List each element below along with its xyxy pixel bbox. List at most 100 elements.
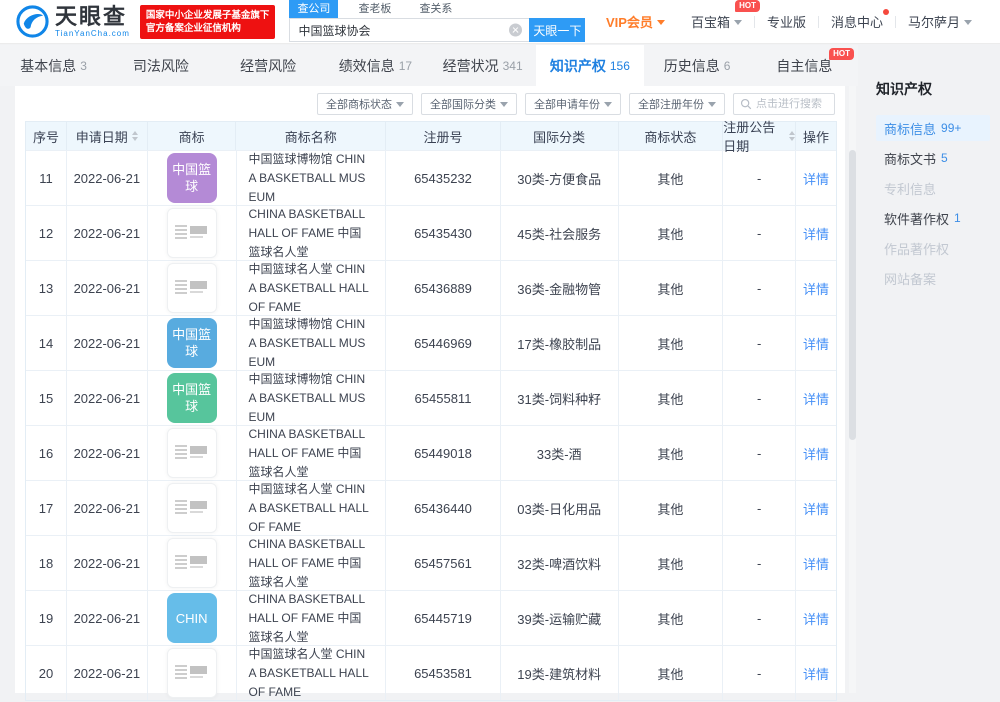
cell-trademark-name: CHINA BASKETBALL HALL OF FAME 中国篮球名人堂: [237, 206, 387, 260]
sidebar-item[interactable]: 软件著作权 1: [876, 205, 990, 231]
search-tab-boss[interactable]: 查老板: [350, 0, 399, 18]
search-tab-relation[interactable]: 查关系: [411, 0, 460, 18]
sidebar-item-label: 网站备案: [884, 271, 937, 287]
sidebar-item[interactable]: 商标信息 99+: [876, 115, 990, 141]
section-tab[interactable]: 司法风险: [107, 45, 214, 86]
ip-sidebar: 知识产权 商标信息 99+ 商标文书 5 专利信息 软件著作权 1 作品著作权 …: [860, 45, 1000, 697]
cell-index: 12: [26, 206, 67, 260]
clear-icon[interactable]: [509, 23, 523, 37]
tab-count: 17: [398, 58, 413, 73]
cell-apply-date: 2022-06-21: [67, 316, 148, 370]
section-tab[interactable]: 经营状况 341: [429, 45, 536, 86]
filter-dropdown-label: 全部申请年份: [534, 99, 600, 111]
hot-badge: HOT: [829, 48, 854, 60]
section-tab[interactable]: 绩效信息 17: [322, 45, 429, 86]
cell-intl-class: 19类-建筑材料: [501, 646, 619, 700]
trademark-placeholder-art: [174, 223, 209, 243]
cell-trademark: 中国篮球: [148, 151, 237, 205]
section-tab[interactable]: 知识产权 156: [536, 45, 644, 86]
filter-search-box[interactable]: [733, 93, 835, 115]
trademark-image[interactable]: 中国篮球: [166, 318, 217, 368]
tab-label: 知识产权: [549, 57, 606, 74]
trademark-table: 序号 申请日期 商标 商标名称 注册号 国际分类 商标状态 注册公告日期 操作 …: [25, 120, 837, 701]
cell-intl-class: 32类-啤酒饮料: [501, 536, 619, 590]
section-tab[interactable]: 自主信息 HOT: [751, 45, 858, 86]
cell-apply-date: 2022-06-21: [67, 426, 148, 480]
trademark-image[interactable]: [166, 538, 217, 588]
col-trademark: 商标: [148, 122, 237, 150]
col-registration-number: 注册号: [386, 122, 501, 150]
sidebar-item[interactable]: 作品著作权: [876, 235, 990, 261]
col-pub-date[interactable]: 注册公告日期: [723, 120, 797, 154]
cell-registration-number: 65453581: [386, 646, 501, 700]
sort-arrows-icon[interactable]: [131, 131, 138, 141]
search-button[interactable]: 天眼一下: [529, 18, 586, 42]
sidebar-item[interactable]: 专利信息: [876, 175, 990, 201]
trademark-image[interactable]: [166, 648, 217, 698]
table-row: 20 2022-06-21 中国篮球名人堂 CHINA BASKETBALL H…: [26, 645, 836, 700]
site-logo[interactable]: 天眼查 TianYanCha.com: [16, 5, 130, 38]
table-row: 13 2022-06-21 中国篮球名人堂 CHINA BASKETBALL H…: [26, 260, 836, 315]
table-body: 11 2022-06-21 中国篮球 中国篮球博物馆 CHINA BASKETB…: [26, 150, 836, 700]
cell-apply-date: 2022-06-21: [67, 151, 148, 205]
filter-dropdown[interactable]: 全部商标状态: [317, 93, 413, 115]
cell-trademark-name: CHINA BASKETBALL HALL OF FAME 中国篮球名人堂: [237, 536, 387, 590]
trademark-image[interactable]: 中国篮球: [166, 153, 217, 203]
cell-trademark-name: 中国篮球名人堂 CHINA BASKETBALL HALL OF FAME: [237, 261, 387, 315]
col-apply-date[interactable]: 申请日期: [67, 122, 148, 150]
filter-search-input[interactable]: [756, 98, 828, 110]
search-block: 查公司 查老板 查关系 天眼一下: [289, 0, 586, 42]
detail-link[interactable]: 详情: [803, 444, 829, 463]
cell-status: 其他: [619, 371, 724, 425]
chevron-down-icon: [733, 20, 742, 25]
cell-registration-number: 65449018: [386, 426, 501, 480]
menu-vip[interactable]: VIP会员: [594, 12, 669, 31]
logo-brand-text: 天眼查: [55, 3, 128, 29]
detail-link[interactable]: 详情: [803, 334, 829, 353]
filter-dropdown[interactable]: 全部国际分类: [421, 93, 517, 115]
detail-link[interactable]: 详情: [803, 224, 829, 243]
search-tab-company[interactable]: 查公司: [289, 0, 339, 18]
cell-apply-date: 2022-06-21: [67, 536, 148, 590]
trademark-image[interactable]: [166, 208, 217, 258]
table-row: 12 2022-06-21 CHINA BASKETBALL HALL OF F…: [26, 205, 836, 260]
menu-toolbox[interactable]: HOT 百宝箱: [679, 0, 760, 31]
filter-row: 全部商标状态 全部国际分类 全部申请年份 全部注册年份: [15, 86, 845, 115]
section-tab[interactable]: 基本信息 3: [0, 45, 107, 86]
sidebar-item[interactable]: 商标文书 5: [876, 145, 990, 171]
cell-intl-class: 03类-日化用品: [501, 481, 619, 535]
trademark-image[interactable]: [166, 263, 217, 313]
menu-user[interactable]: 马尔萨月: [896, 12, 984, 31]
tab-count: 156: [609, 58, 630, 73]
detail-link[interactable]: 详情: [803, 499, 829, 518]
cell-pub-date: -: [723, 646, 797, 700]
cell-apply-date: 2022-06-21: [67, 371, 148, 425]
section-tab[interactable]: 经营风险: [215, 45, 322, 86]
filter-dropdown[interactable]: 全部申请年份: [525, 93, 621, 115]
trademark-image[interactable]: [166, 483, 217, 533]
trademark-image[interactable]: 中国篮球: [166, 373, 217, 423]
detail-link[interactable]: 详情: [803, 279, 829, 298]
tab-label: 自主信息: [776, 57, 833, 74]
detail-link[interactable]: 详情: [803, 554, 829, 573]
section-tab[interactable]: 历史信息 6: [644, 45, 751, 86]
username: 马尔萨月: [907, 15, 960, 30]
trademark-image[interactable]: CHIN: [166, 593, 217, 643]
sort-arrows-icon[interactable]: [789, 131, 796, 141]
detail-link[interactable]: 详情: [803, 664, 829, 683]
trademark-tile-text: 中国篮球: [172, 162, 212, 194]
search-input[interactable]: [289, 18, 530, 42]
sidebar-item[interactable]: 网站备案: [876, 265, 990, 291]
detail-link[interactable]: 详情: [803, 609, 829, 628]
detail-link[interactable]: 详情: [803, 169, 829, 188]
cell-trademark-name: 中国篮球名人堂 CHINA BASKETBALL HALL OF FAME: [237, 646, 387, 700]
table-row: 16 2022-06-21 CHINA BASKETBALL HALL OF F…: [26, 425, 836, 480]
tab-label: 绩效信息: [338, 57, 395, 74]
scrollbar-thumb[interactable]: [849, 150, 856, 440]
menu-pro[interactable]: 专业版: [755, 12, 818, 31]
trademark-tile-text: 中国篮球: [172, 382, 212, 414]
detail-link[interactable]: 详情: [803, 389, 829, 408]
filter-dropdown[interactable]: 全部注册年份: [629, 93, 725, 115]
trademark-image[interactable]: [166, 428, 217, 478]
menu-messages[interactable]: 消息中心: [819, 9, 895, 31]
